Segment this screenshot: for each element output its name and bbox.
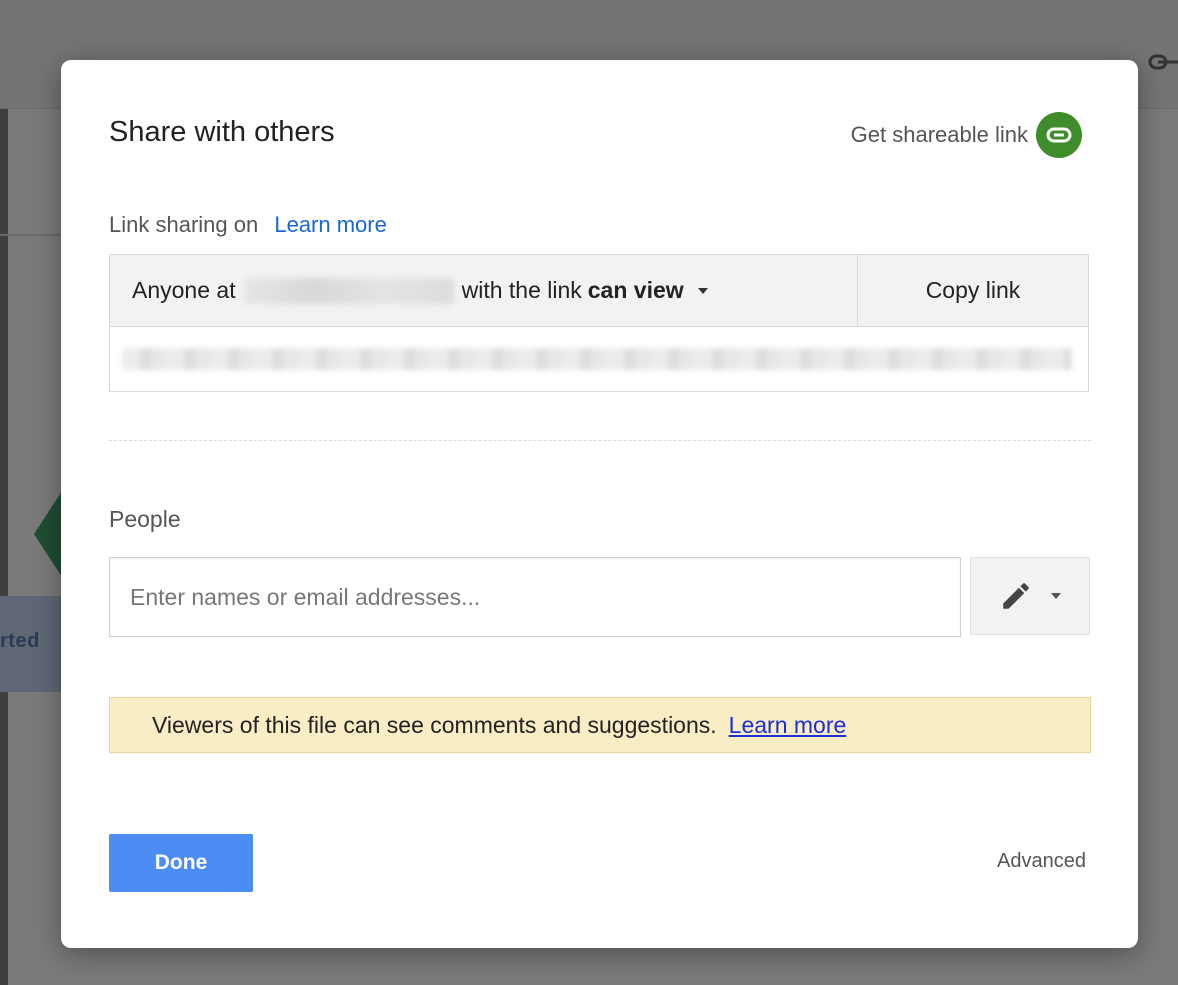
pencil-icon <box>1003 583 1029 609</box>
get-shareable-link-label: Get shareable link <box>850 122 1028 147</box>
notice-learn-more-link[interactable]: Learn more <box>729 712 847 739</box>
background-left-bar <box>0 0 8 985</box>
share-dialog: Share with others Get shareable link Lin… <box>61 60 1138 948</box>
permission-dropdown-button[interactable] <box>970 557 1090 635</box>
advanced-link[interactable]: Advanced <box>997 850 1086 873</box>
background-tile-text: rted <box>0 630 40 652</box>
access-level-dropdown[interactable]: Anyone at with the link can view <box>110 255 858 327</box>
link-icon <box>1036 112 1082 158</box>
chevron-down-icon <box>697 287 708 294</box>
section-divider <box>109 440 1091 441</box>
link-sharing-status: Link sharing on <box>109 212 259 237</box>
link-sharing-box: Anyone at with the link can view Copy li… <box>109 254 1089 392</box>
background-divider <box>0 234 60 236</box>
people-label: People <box>109 506 181 532</box>
comments-notice-banner: Viewers of this file can see comments an… <box>109 697 1091 753</box>
access-middle: with the link <box>461 277 582 303</box>
access-prefix: Anyone at <box>132 277 236 303</box>
done-button[interactable]: Done <box>109 834 253 892</box>
get-shareable-link-button[interactable]: Get shareable link <box>851 112 1082 158</box>
copy-link-button[interactable]: Copy link <box>858 255 1088 327</box>
dialog-title: Share with others <box>109 116 335 148</box>
chevron-down-icon <box>1051 593 1061 599</box>
learn-more-link[interactable]: Learn more <box>274 212 387 237</box>
people-input[interactable] <box>109 557 961 637</box>
link-sharing-status-row: Link sharing on Learn more <box>109 212 387 238</box>
notice-text: Viewers of this file can see comments an… <box>152 711 717 738</box>
background-logo-shape <box>34 488 64 580</box>
share-url-field[interactable] <box>110 327 1088 391</box>
link-icon <box>1148 54 1178 70</box>
redacted-url <box>122 348 1072 370</box>
access-level-value: can view <box>587 277 684 303</box>
redacted-organization <box>243 277 454 304</box>
